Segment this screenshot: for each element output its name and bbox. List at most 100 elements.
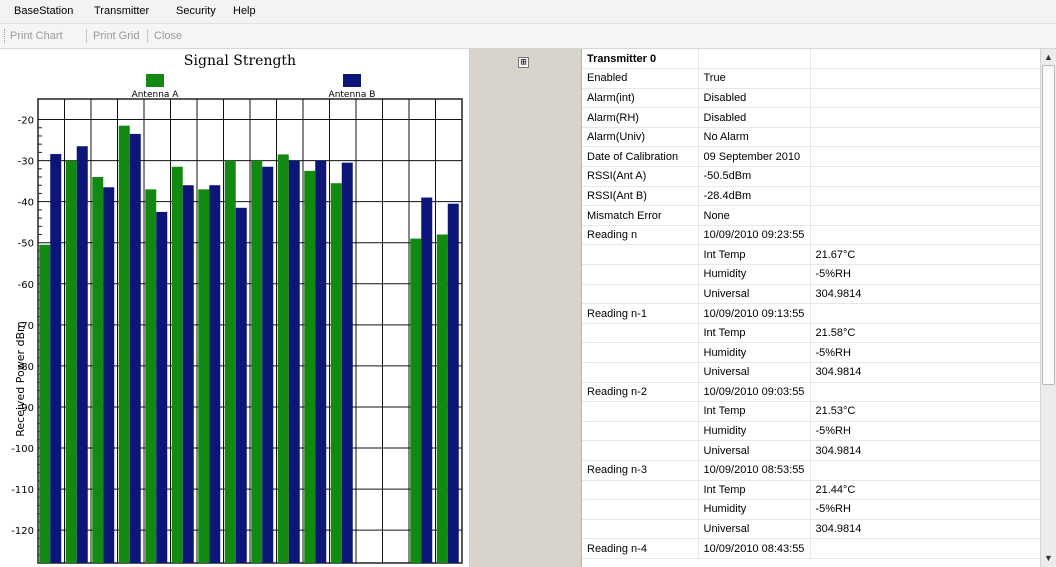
bar-antenna-a — [65, 160, 77, 563]
vertical-scrollbar[interactable]: ▲ ▼ — [1040, 49, 1056, 567]
grid-cell-property — [582, 519, 699, 540]
grid-cell-value: Universal — [698, 519, 811, 540]
grid-cell-subvalue — [810, 107, 1040, 128]
y-tick-label: -60 — [18, 280, 34, 291]
bar-antenna-b — [50, 154, 62, 563]
grid-row[interactable]: Humidity -5%RH — [582, 342, 1040, 363]
bar-antenna-a — [436, 234, 448, 563]
grid-cell-property: Alarm(Univ) — [582, 127, 699, 148]
toolbar-grip[interactable] — [4, 29, 7, 43]
bar-antenna-a — [224, 160, 236, 563]
legend-swatch-antenna-a — [146, 74, 164, 87]
grid-cell-subvalue — [810, 88, 1040, 109]
grid-cell-property: RSSI(Ant A) — [582, 166, 699, 187]
grid-row[interactable]: Humidity -5%RH — [582, 421, 1040, 442]
grid-cell-value: -28.4dBm — [698, 186, 811, 207]
y-tick-label: -30 — [18, 157, 34, 168]
grid-cell-value: Int Temp — [698, 244, 811, 266]
grid-cell-subvalue: -5%RH — [810, 499, 1040, 520]
legend-swatch-antenna-b — [343, 74, 361, 87]
grid-cell-property — [582, 264, 699, 285]
grid-row[interactable]: Alarm(Univ) No Alarm — [582, 127, 1040, 148]
grid-cell-property: Enabled — [582, 68, 699, 89]
grid-row[interactable]: Int Temp 21.53°C — [582, 401, 1040, 422]
toolbar-separator — [86, 29, 87, 43]
grid-row[interactable]: Reading n-3 10/09/2010 08:53:55 — [582, 460, 1040, 481]
grid-cell-value: Universal — [698, 362, 811, 383]
grid-cell-value: 10/09/2010 09:03:55 — [698, 382, 811, 403]
grid-row[interactable]: Alarm(int) Disabled — [582, 88, 1040, 109]
y-tick-label: -100 — [11, 444, 34, 455]
grid-cell-subvalue: 304.9814 — [810, 284, 1040, 305]
grid-cell-property — [582, 284, 699, 305]
print-chart-button[interactable]: Print Chart — [10, 30, 63, 42]
menu-help[interactable]: Help — [233, 5, 256, 17]
grid-cell-property: Reading n — [582, 225, 699, 246]
grid-row[interactable]: Humidity -5%RH — [582, 264, 1040, 285]
grid-row[interactable]: Date of Calibration 09 September 2010 — [582, 146, 1040, 168]
bar-antenna-b — [182, 185, 194, 563]
grid-row[interactable]: Reading n-2 10/09/2010 09:03:55 — [582, 382, 1040, 403]
grid-cell-property — [582, 440, 699, 461]
grid-row[interactable]: Universal 304.9814 — [582, 362, 1040, 383]
grid-cell-subvalue — [810, 166, 1040, 187]
grid-row[interactable]: Reading n-1 10/09/2010 09:13:55 — [582, 303, 1040, 324]
grid-cell-property: Reading n-4 — [582, 538, 699, 559]
grid-cell-subvalue — [810, 186, 1040, 207]
grid-cell-property: Reading n-2 — [582, 382, 699, 403]
print-grid-button[interactable]: Print Grid — [93, 30, 139, 42]
transmitter-header: Transmitter 0 — [582, 49, 699, 70]
property-grid: Transmitter 0 Enabled True Alarm(int) Disab… — [582, 49, 1040, 567]
grid-row[interactable]: Humidity -5%RH — [582, 499, 1040, 520]
grid-cell-property — [582, 362, 699, 383]
close-button[interactable]: Close — [154, 30, 182, 42]
grid-row[interactable]: Universal 304.9814 — [582, 284, 1040, 305]
grid-cell-subvalue: -5%RH — [810, 264, 1040, 285]
bar-antenna-a — [251, 160, 263, 563]
bar-antenna-a — [145, 189, 157, 563]
signal-strength-chart: Signal StrengthAntenna A Antenna B-20-30-… — [11, 53, 463, 564]
grid-row[interactable]: Reading n-4 10/09/2010 08:43:55 — [582, 538, 1040, 559]
toolbar-separator — [147, 29, 148, 43]
grid-row[interactable]: Int Temp 21.67°C — [582, 244, 1040, 266]
grid-row[interactable]: Enabled True — [582, 68, 1040, 89]
y-tick-label: -50 — [18, 239, 34, 250]
grid-cell-subvalue: 21.53°C — [810, 401, 1040, 422]
grid-cell-value: None — [698, 205, 811, 226]
menu-transmitter[interactable]: Transmitter — [94, 5, 149, 17]
bar-antenna-a — [92, 177, 104, 563]
bar-antenna-a — [277, 154, 289, 563]
grid-cell-value: 10/09/2010 08:43:55 — [698, 538, 811, 559]
grid-cell-property: Alarm(int) — [582, 88, 699, 109]
grid-cell-subvalue — [810, 68, 1040, 89]
grid-cell-subvalue — [810, 127, 1040, 148]
grid-row[interactable]: RSSI(Ant A) -50.5dBm — [582, 166, 1040, 187]
grid-cell-value: 09 September 2010 — [698, 146, 811, 168]
grid-row[interactable]: Alarm(RH) Disabled — [582, 107, 1040, 128]
grid-cell-value: Universal — [698, 440, 811, 461]
menu-security[interactable]: Security — [176, 5, 216, 17]
grid-row[interactable]: Universal 304.9814 — [582, 519, 1040, 540]
grid-row[interactable]: RSSI(Ant B) -28.4dBm — [582, 186, 1040, 207]
grid-row[interactable]: Int Temp 21.44°C — [582, 480, 1040, 501]
grid-row[interactable]: Reading n 10/09/2010 09:23:55 — [582, 225, 1040, 246]
bar-antenna-a — [304, 170, 316, 563]
grid-cell-value: Int Temp — [698, 323, 811, 344]
grid-row[interactable]: Int Temp 21.58°C — [582, 323, 1040, 344]
down-arrow-icon[interactable]: ▼ — [1043, 553, 1054, 564]
grid-cell-value: Humidity — [698, 342, 811, 363]
bar-antenna-a — [330, 183, 342, 563]
grid-header-row[interactable]: Transmitter 0 — [582, 49, 1040, 70]
plus-box-icon[interactable]: ⊞ — [518, 57, 529, 68]
bar-antenna-b — [156, 211, 168, 563]
scrollbar-thumb[interactable] — [1042, 65, 1055, 385]
up-arrow-icon[interactable]: ▲ — [1043, 52, 1054, 63]
menu-basestation[interactable]: BaseStation — [14, 5, 73, 17]
grid-row[interactable]: Mismatch Error None — [582, 205, 1040, 226]
grid-row[interactable]: Universal 304.9814 — [582, 440, 1040, 461]
bar-antenna-b — [315, 160, 327, 563]
grid-cell-subvalue: 304.9814 — [810, 362, 1040, 383]
grid-cell-property: Reading n-3 — [582, 460, 699, 481]
grid-cell-subvalue — [810, 382, 1040, 403]
y-axis-label: Received Power dBm — [14, 321, 27, 437]
